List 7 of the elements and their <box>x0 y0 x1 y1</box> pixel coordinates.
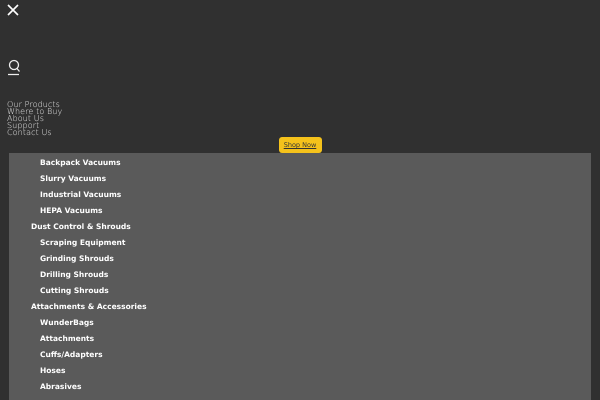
nav-link[interactable]: Support <box>7 122 40 129</box>
nav-link[interactable]: Where to Buy <box>7 108 62 115</box>
nav-link[interactable]: Contact Us <box>7 129 52 136</box>
search-button[interactable] <box>7 59 21 77</box>
close-button[interactable] <box>7 4 19 16</box>
nav-link[interactable]: Our Products <box>7 101 60 108</box>
nav-link[interactable]: About Us <box>7 115 44 122</box>
